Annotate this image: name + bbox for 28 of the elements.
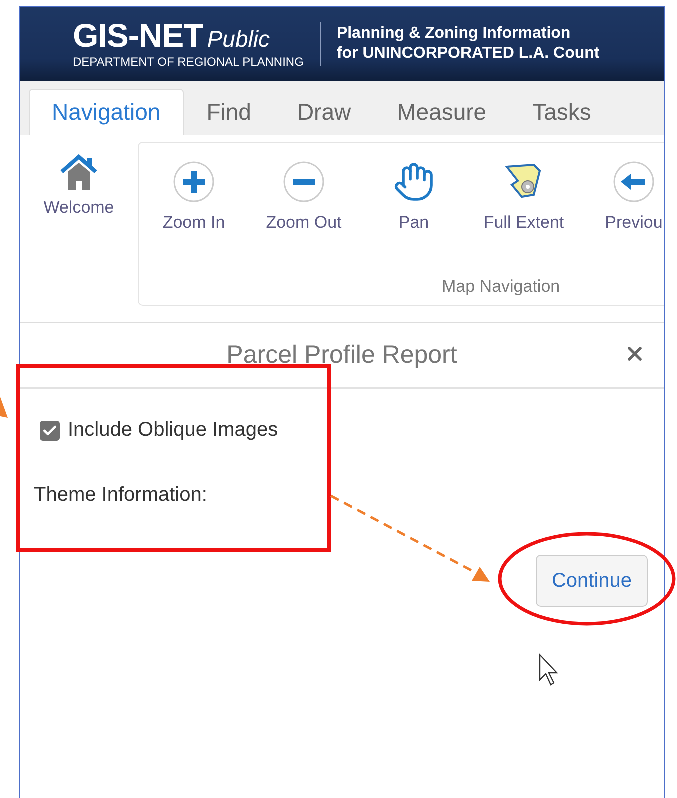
- checkbox[interactable]: [40, 420, 60, 440]
- checkbox-label: Include Oblique Images: [68, 419, 278, 442]
- ribbon-tab[interactable]: Find: [184, 89, 274, 135]
- cursor-icon: [539, 654, 558, 686]
- ribbon-button[interactable]: Full Extent: [469, 161, 579, 233]
- continue-button[interactable]: Continue: [536, 555, 648, 607]
- app-title: GIS-NET: [73, 19, 204, 52]
- arrow-head: [0, 396, 8, 418]
- header-info-text: for UNINCORPORATED L.A. Count: [336, 45, 600, 63]
- ribbon-tab[interactable]: Draw: [274, 89, 374, 135]
- header-info-text: Planning & Zoning Information: [336, 25, 572, 43]
- ribbon-button[interactable]: Zoom In: [139, 161, 249, 233]
- ribbon-tab[interactable]: Navigation: [29, 89, 184, 135]
- ribbon-tab[interactable]: Measure: [374, 89, 510, 135]
- zoom-out-icon: [283, 161, 325, 203]
- group-label: Map Navigation: [442, 277, 560, 297]
- zoom-in-icon: [173, 161, 215, 203]
- theme-label: Theme Information:: [34, 484, 208, 507]
- ribbon-button[interactable]: Previou: [579, 161, 664, 233]
- dialog-title: Parcel Profile Report: [226, 340, 458, 370]
- welcome-button[interactable]: Welcome: [20, 142, 138, 322]
- ribbon-tab[interactable]: Tasks: [510, 89, 614, 135]
- department-name: DEPARTMENT OF REGIONAL PLANNING: [73, 55, 304, 69]
- ribbon-button[interactable]: Pan: [359, 161, 469, 233]
- ribbon-button[interactable]: Zoom Out: [249, 161, 359, 233]
- home-icon: [59, 154, 99, 192]
- hand-icon: [393, 161, 435, 203]
- app-subtitle: Public: [207, 26, 270, 53]
